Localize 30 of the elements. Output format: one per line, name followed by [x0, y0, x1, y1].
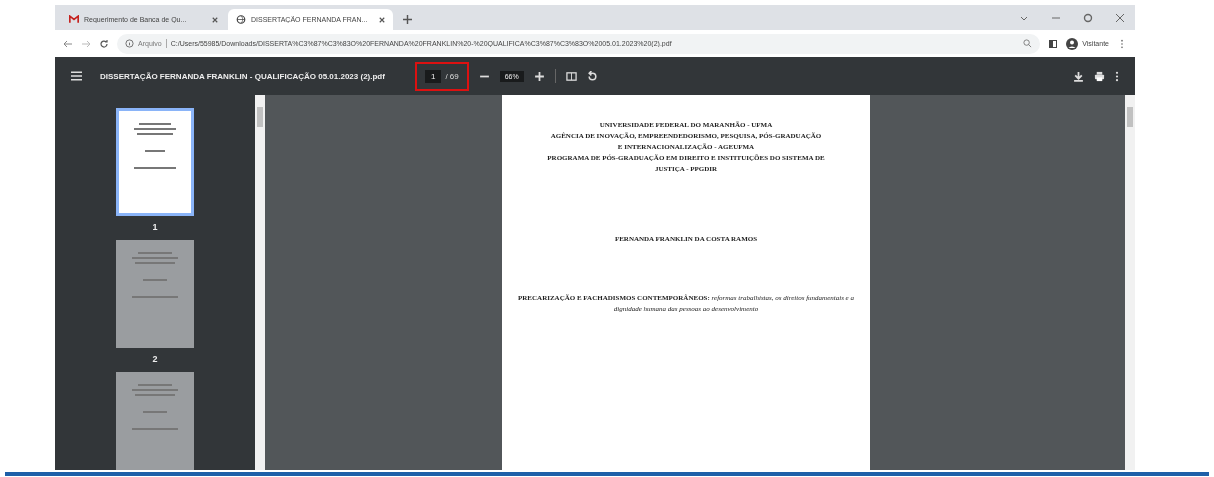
page-count: / 69: [445, 71, 459, 81]
page-thumbnail[interactable]: [116, 372, 194, 470]
page-thumbnail[interactable]: [116, 108, 194, 216]
document-title: DISSERTAÇÃO FERNANDA FRANKLIN - QUALIFICAÇÃO 05.01.2023 (2).pdf: [100, 71, 385, 81]
zoom-in-icon[interactable]: [533, 70, 545, 82]
avatar-icon: [1066, 37, 1079, 50]
page-label: 1: [152, 222, 158, 232]
page-thumbnail[interactable]: [116, 240, 194, 348]
rotate-icon[interactable]: [586, 70, 598, 82]
close-icon[interactable]: [1115, 13, 1125, 23]
close-icon[interactable]: [212, 16, 218, 23]
restore-icon[interactable]: [1083, 13, 1093, 23]
more-icon[interactable]: [1115, 70, 1119, 82]
print-icon[interactable]: [1094, 70, 1105, 82]
close-icon[interactable]: [379, 16, 385, 23]
download-icon[interactable]: [1073, 70, 1084, 82]
page-label: 2: [152, 354, 158, 364]
page-number-field[interactable]: 1: [424, 69, 442, 83]
fit-page-icon[interactable]: [565, 70, 577, 82]
back-icon[interactable]: [63, 38, 73, 49]
side-panel-icon[interactable]: [1048, 38, 1059, 49]
mail-icon: [69, 15, 79, 24]
scrollbar[interactable]: [1125, 95, 1135, 470]
reload-icon[interactable]: [99, 38, 109, 49]
zoom-icon[interactable]: [1023, 39, 1033, 48]
new-tab-icon[interactable]: [403, 15, 412, 24]
scrollbar[interactable]: [255, 95, 265, 470]
menu-icon[interactable]: [71, 71, 82, 81]
globe-icon: [236, 15, 246, 24]
info-icon: [125, 39, 134, 48]
